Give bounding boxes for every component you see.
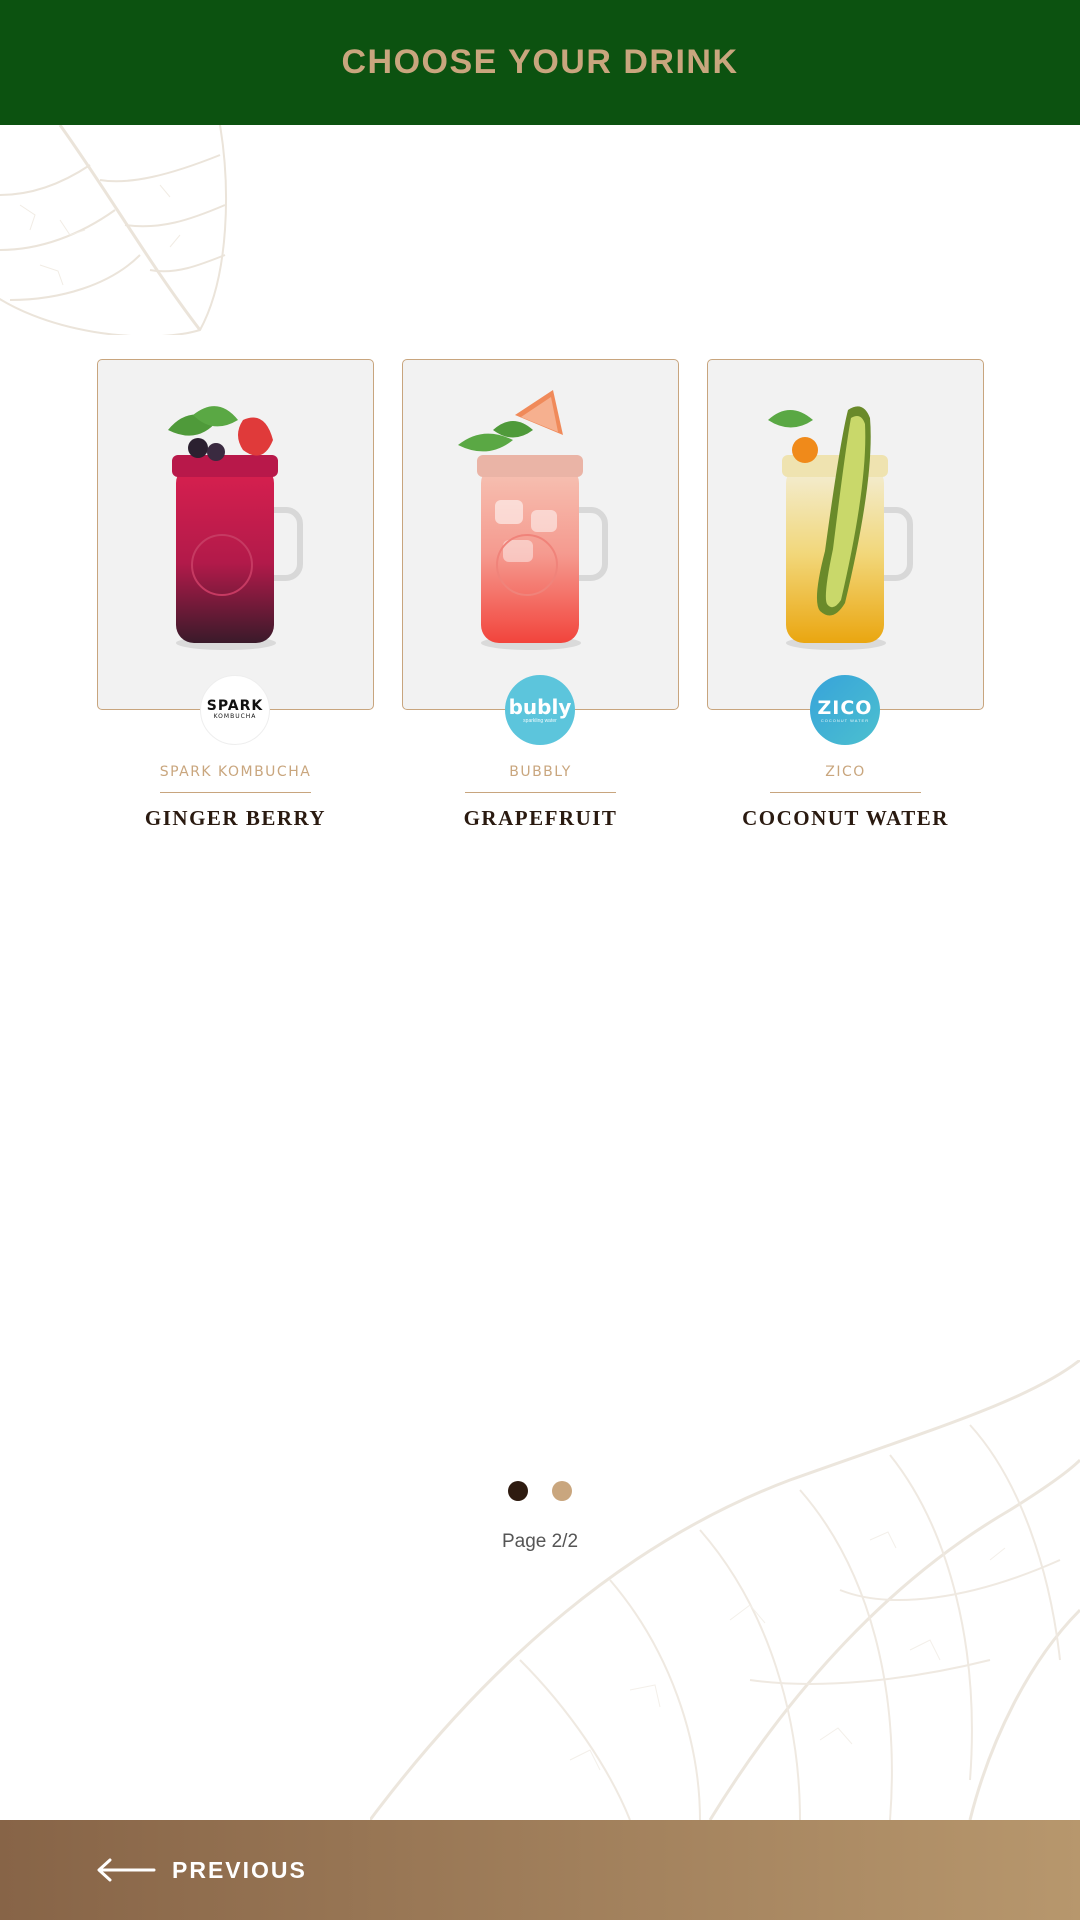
drink-card-grapefruit[interactable] — [402, 359, 679, 710]
page-title: CHOOSE YOUR DRINK — [341, 43, 739, 81]
page-indicator: Page 2/2 — [501, 1531, 579, 1552]
drink-name: GRAPEFRUIT — [463, 806, 618, 830]
coconut-water-drink-image — [768, 406, 913, 650]
drink-brand: BUBBLY — [509, 764, 572, 780]
arrow-left-icon — [97, 1858, 156, 1882]
drink-name: COCONUT WATER — [742, 806, 949, 830]
leaf-decoration-bottom-right — [370, 1360, 1080, 1820]
drink-name: GINGER BERRY — [144, 806, 327, 830]
previous-button[interactable]: PREVIOUS — [96, 1820, 307, 1920]
drink-card-ginger-berry[interactable] — [97, 359, 374, 710]
header-bar: CHOOSE YOUR DRINK — [0, 0, 1080, 125]
footer-bar: PREVIOUS — [0, 1820, 1080, 1920]
bubly-logo: bubly sparkling water — [505, 675, 575, 745]
divider — [160, 792, 311, 793]
grapefruit-drink-image — [458, 390, 608, 650]
pagination-dot-1[interactable] — [508, 1481, 528, 1501]
previous-label: PREVIOUS — [172, 1856, 307, 1883]
leaf-decoration-top-left — [0, 125, 227, 335]
drink-card-coconut-water[interactable] — [707, 359, 984, 710]
drink-brand: ZICO — [825, 764, 866, 780]
drink-brand: SPARK KOMBUCHA — [159, 764, 312, 780]
spark-kombucha-logo: SPARK KOMBUCHA — [200, 675, 270, 745]
pagination-dot-2[interactable] — [552, 1481, 572, 1501]
divider — [770, 792, 921, 793]
zico-logo: ZICO COCONUT WATER — [810, 675, 880, 745]
divider — [465, 792, 616, 793]
ginger-berry-drink-image — [168, 406, 303, 650]
